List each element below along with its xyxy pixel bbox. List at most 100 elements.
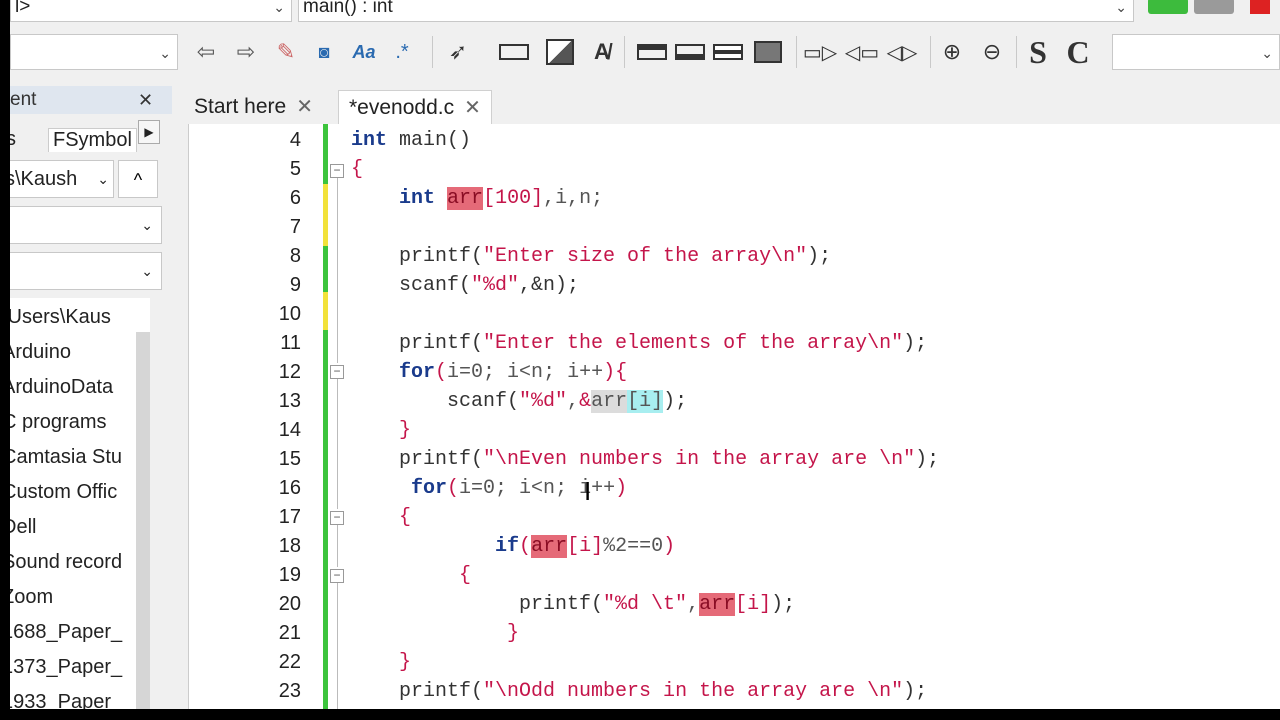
match-case-icon[interactable]: Aa [348,36,380,68]
select-arrow-icon[interactable]: ➶ [442,36,474,68]
code-line: } [399,419,412,442]
tree-scrollbar[interactable] [136,332,150,709]
chevron-down-icon: ⌄ [141,263,153,279]
fold-line [337,583,338,709]
clear-format-icon[interactable]: A̸ [586,36,618,68]
s-icon[interactable]: S [1022,34,1054,70]
bar-3-icon[interactable] [712,36,744,68]
tree-item[interactable]: 1933_Paper_ [10,685,127,709]
find-binoculars-icon[interactable]: ◙ [308,36,340,68]
fold-toggle[interactable]: − [330,365,344,379]
chevron-down-icon: ⌄ [97,171,109,187]
code-line: printf("\nEven numbers in the array are … [399,448,940,471]
code-line: { [399,506,412,529]
code-line: scanf("%d",&n); [399,274,580,297]
toolbar-separator [1016,36,1017,68]
bar-4-icon[interactable] [752,36,784,68]
code-line: } [399,651,412,674]
tree-item[interactable]: Camtasia Stu [10,440,127,474]
search-combo[interactable]: ⌄ [10,34,178,70]
tree-item[interactable]: Zoom [10,580,127,614]
flag-icon[interactable] [1250,0,1270,14]
up-button[interactable]: ^ [118,160,158,198]
line-number: 7 [289,216,301,238]
code-line: for(i=0; i<n; i++){ [399,361,628,384]
fold-toggle[interactable]: − [330,511,344,525]
bar-2-icon[interactable] [674,36,706,68]
bar-1-icon[interactable] [636,36,668,68]
line-number: 13 [278,390,301,412]
path-combo[interactable]: s\Kaush ⌄ [10,160,114,198]
code-line: printf("Enter the elements of the array\… [399,332,928,355]
fold-line [337,178,338,363]
scope-combo[interactable]: l> ⌄ [10,0,292,22]
main-toolbar: ⌄ ⇦ ⇨ ✎ ◙ Aa .* ➶ A̸ ▭▷ ◁▭ ◁▷ ⊕ ⊖ S C ⌄ [10,28,1280,78]
tab-scroll-right-icon[interactable]: ▶ [138,120,160,144]
tree-item[interactable]: Arduino [10,335,127,369]
ide-window: l> ⌄ main() : int ⌄ ⌄ ⇦ ⇨ ✎ ◙ Aa .* ➶ A̸ [10,0,1280,709]
tree-item[interactable]: ArduinoData [10,370,127,404]
code-line: printf("Enter size of the array\n"); [399,245,832,268]
forward-nav-icon[interactable] [1194,0,1234,14]
toolbar-separator [796,36,797,68]
tree-item[interactable]: Dell [10,510,127,544]
rectangle-icon[interactable] [498,36,530,68]
toolbar-separator [930,36,931,68]
zoom-out-icon[interactable]: ⊖ [976,36,1008,68]
code-line: } [507,622,520,645]
file-tree: \Users\Kaus Arduino ArduinoData C progra… [10,298,150,709]
code-line: if(arr[i]%2==0) [495,535,676,558]
management-panel: ent ✕ s FSymbol ▶ s\Kaush ⌄ ^ ⌄ ⌄ \Users… [10,84,172,709]
code-line: { [459,564,472,587]
c-icon[interactable]: C [1062,34,1094,70]
top-toolbar-row: l> ⌄ main() : int ⌄ [10,0,1280,26]
tab-files[interactable]: s [10,128,16,151]
tree-item[interactable]: \Users\Kaus [10,300,127,334]
tag-left-icon[interactable]: ◁▭ [845,36,879,68]
code-line: int main() [351,129,472,152]
line-number: 6 [289,187,301,209]
line-number: 19 [278,564,301,586]
change-marker [323,184,328,246]
right-combo[interactable]: ⌄ [1112,34,1280,70]
highlight-pen-icon[interactable]: ✎ [270,36,302,68]
tab-evenodd[interactable]: *evenodd.c ✕ [338,90,492,124]
tag-both-icon[interactable]: ◁▷ [886,36,918,68]
tree-item[interactable]: 1688_Paper_ [10,615,127,649]
tab-label: *evenodd.c [349,96,455,119]
tree-item[interactable]: C programs [10,405,127,439]
back-nav-icon[interactable] [1148,0,1188,14]
tag-right-icon[interactable]: ▭▷ [803,36,837,68]
close-icon[interactable]: ✕ [464,97,481,119]
tree-item[interactable]: Custom Offic [10,475,127,509]
close-icon[interactable]: ✕ [296,96,313,118]
line-number: 15 [278,448,301,470]
tree-item[interactable]: Sound record [10,545,127,579]
forward-arrow-icon[interactable]: ⇨ [230,36,262,68]
fold-toggle[interactable]: − [330,569,344,583]
toolbar-separator [624,36,625,68]
tree-item[interactable]: 1373_Paper_ [10,650,127,684]
line-number: 18 [278,535,301,557]
code-line: printf("\nOdd numbers in the array are \… [399,680,928,703]
type-combo[interactable]: ⌄ [10,252,162,290]
filter-combo[interactable]: ⌄ [10,206,162,244]
tab-start-here[interactable]: Start here ✕ [194,90,313,124]
regex-icon[interactable]: .* [386,36,418,68]
function-combo[interactable]: main() : int ⌄ [298,0,1134,22]
chevron-down-icon: ⌄ [1115,0,1127,15]
zoom-in-icon[interactable]: ⊕ [936,36,968,68]
path-combo-value: s\Kaush [10,168,78,190]
fold-line [337,525,338,567]
fill-icon[interactable] [544,36,576,68]
close-icon[interactable]: ✕ [138,86,153,114]
screen-bottom-edge [0,709,1280,720]
fold-toggle[interactable]: − [330,164,344,178]
back-arrow-icon[interactable]: ⇦ [190,36,222,68]
tab-symbols[interactable]: FSymbol [48,128,137,152]
document-tabbar: Start here ✕ *evenodd.c ✕ [188,86,1280,124]
change-marker [323,292,328,330]
code-editor[interactable]: 4 5 6 7 8 9 10 11 12 13 14 15 16 17 18 1… [188,124,1280,709]
line-number: 17 [278,506,301,528]
line-number: 9 [289,274,301,296]
